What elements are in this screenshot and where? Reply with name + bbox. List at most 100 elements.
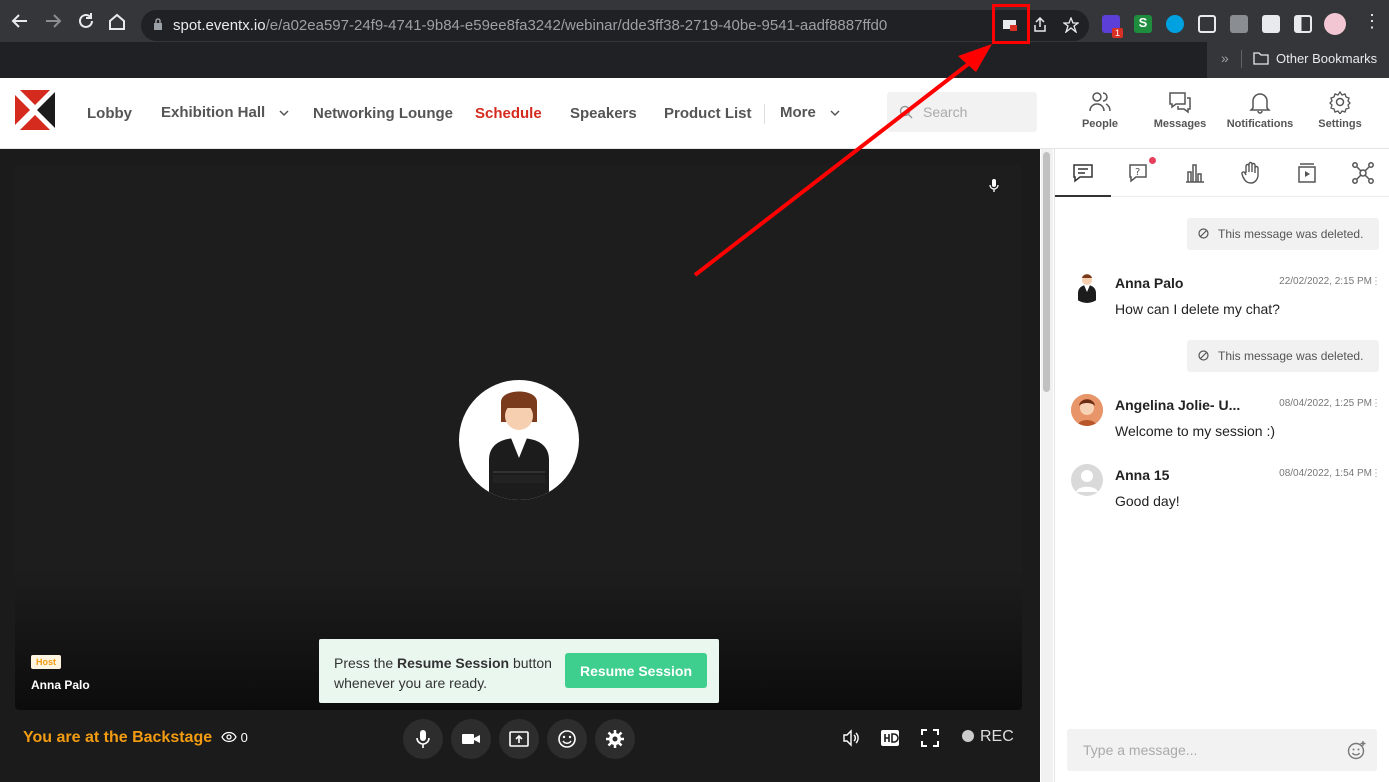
search-placeholder: Search [923, 104, 968, 120]
message-timestamp: 08/04/2022, 1:25 PM [1279, 398, 1372, 409]
other-bookmarks-link[interactable]: Other Bookmarks [1276, 51, 1377, 66]
video-camera-icon [462, 734, 480, 744]
toast-text-part1: Press the [334, 655, 398, 671]
nav-exhibition-hall[interactable]: Exhibition Hall [161, 104, 289, 121]
qa-unread-dot [1149, 157, 1156, 164]
hd-icon [881, 730, 899, 746]
folder-icon [1253, 51, 1269, 70]
host-badge: Host [31, 655, 61, 669]
settings-label: Settings [1318, 118, 1362, 130]
chevron-down-icon [279, 110, 289, 117]
tab-media[interactable] [1279, 149, 1335, 197]
qa-icon: ? [1129, 164, 1147, 183]
avatar [1071, 394, 1103, 426]
screenshot-icon[interactable] [1198, 15, 1216, 33]
chat-panel: ? This message was deleted. Anna Palo 22… [1054, 149, 1389, 782]
message-text: Welcome to my session :) [1115, 423, 1276, 439]
nav-product-list[interactable]: Product List [664, 105, 752, 122]
salesforce-icon[interactable] [1166, 15, 1184, 33]
resume-toast-text: Press the Resume Session button whenever… [334, 653, 554, 693]
chevron-more-icon[interactable]: » [1221, 50, 1229, 66]
message-author: Angelina Jolie- U... [1115, 397, 1241, 413]
chat-icon [1073, 164, 1093, 183]
camera-button[interactable] [451, 719, 491, 759]
avatar [1071, 464, 1103, 496]
message-more-icon[interactable]: ⋮ [1371, 398, 1381, 409]
message-author: Anna Palo [1115, 275, 1184, 291]
chevron-down-icon [830, 110, 840, 117]
extensions-icon[interactable] [1262, 15, 1280, 33]
messages-icon [1169, 92, 1191, 114]
profile-avatar[interactable] [1324, 13, 1346, 35]
people-label: People [1081, 118, 1119, 130]
nav-exhibition-hall-label: Exhibition Hall [161, 104, 266, 121]
viewer-count: 0 [221, 730, 248, 745]
search-input[interactable]: Search [887, 92, 1037, 132]
record-toggle[interactable]: REC [962, 728, 1014, 746]
reactions-button[interactable] [547, 719, 587, 759]
url-text: spot.eventx.io/e/a02ea597-24f9-4741-9b84… [173, 17, 888, 34]
raise-hand-icon [1241, 161, 1259, 184]
messages-button[interactable]: Messages [1142, 90, 1218, 130]
reload-icon[interactable] [76, 11, 96, 31]
bell-icon [1249, 93, 1271, 114]
home-icon[interactable] [107, 11, 127, 31]
stage-area: Host Anna Palo Press the Resume Session … [0, 149, 1040, 782]
bookmark-star-icon[interactable] [1062, 16, 1080, 38]
menu-kebab-icon[interactable]: ⋮ [1363, 11, 1381, 32]
record-dot-icon [962, 730, 974, 742]
tab-network[interactable] [1335, 149, 1389, 197]
camera-icon[interactable] [1230, 15, 1248, 33]
tab-polls[interactable] [1167, 149, 1223, 197]
emoji-add-icon[interactable] [1347, 740, 1367, 760]
host-name: Anna Palo [31, 678, 90, 692]
chat-message-input[interactable]: Type a message... [1067, 729, 1377, 771]
mic-button[interactable] [403, 719, 443, 759]
backstage-status: You are at the Backstage [23, 729, 213, 746]
extension-s-icon[interactable]: S [1134, 15, 1152, 33]
stage-scrollbar[interactable] [1041, 149, 1053, 782]
message-more-icon[interactable]: ⋮ [1371, 276, 1381, 287]
gear-icon [606, 730, 624, 748]
annotation-highlight-box [992, 4, 1030, 44]
nav-speakers[interactable]: Speakers [570, 105, 637, 122]
share-icon[interactable] [1032, 16, 1048, 38]
deleted-message-text: This message was deleted. [1218, 349, 1364, 363]
message-author: Anna 15 [1115, 467, 1170, 483]
nav-schedule[interactable]: Schedule [475, 105, 542, 122]
tab-chat[interactable] [1055, 149, 1111, 197]
media-icon [1298, 163, 1316, 183]
browser-chrome: spot.eventx.io/e/a02ea597-24f9-4741-9b84… [0, 0, 1389, 78]
scrollbar-thumb[interactable] [1043, 152, 1050, 392]
nav-more[interactable]: More [780, 104, 840, 121]
nav-lobby[interactable]: Lobby [87, 105, 132, 122]
bookmarks-bar: » Other Bookmarks [1207, 42, 1389, 78]
extension-badge: 1 [1112, 28, 1124, 38]
stage-settings-button[interactable] [595, 719, 635, 759]
forward-icon[interactable] [43, 11, 63, 31]
hd-quality-button[interactable] [880, 729, 900, 752]
back-icon[interactable] [10, 11, 30, 31]
volume-button[interactable] [842, 729, 860, 752]
settings-button[interactable]: Settings [1302, 90, 1378, 130]
blocked-icon [1198, 228, 1209, 239]
speaker-volume-icon [843, 729, 859, 747]
notifications-button[interactable]: Notifications [1222, 90, 1298, 130]
lock-icon [153, 18, 163, 31]
divider [1241, 50, 1242, 68]
eventx-logo[interactable] [12, 87, 58, 133]
side-panel-icon[interactable] [1294, 15, 1312, 33]
resume-session-button[interactable]: Resume Session [565, 653, 707, 688]
nav-networking-lounge[interactable]: Networking Lounge [313, 105, 453, 122]
address-bar[interactable]: spot.eventx.io/e/a02ea597-24f9-4741-9b84… [141, 10, 1089, 41]
record-label: REC [980, 728, 1014, 745]
tab-raise-hand[interactable] [1223, 149, 1279, 197]
message-text: Good day! [1115, 493, 1180, 509]
tab-qa[interactable]: ? [1111, 149, 1167, 197]
bookmarks-bar-left [0, 42, 1207, 78]
people-button[interactable]: People [1062, 90, 1138, 130]
screen-share-button[interactable] [499, 719, 539, 759]
message-more-icon[interactable]: ⋮ [1371, 468, 1381, 479]
fullscreen-button[interactable] [921, 729, 939, 752]
video-stage: Host Anna Palo [15, 165, 1022, 710]
